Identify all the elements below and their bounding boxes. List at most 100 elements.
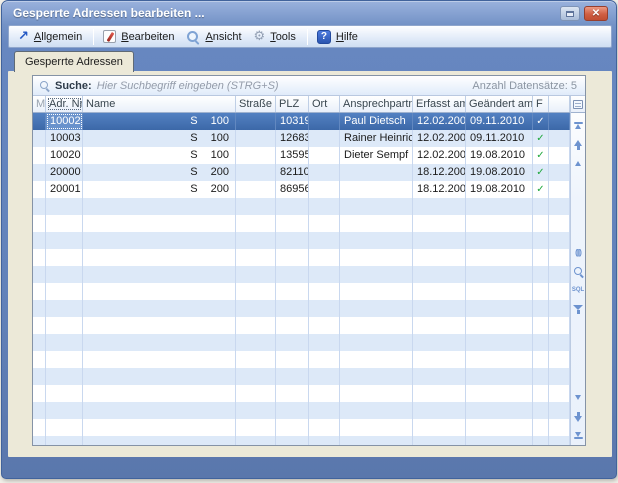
- column-header-ort[interactable]: Ort: [309, 96, 340, 112]
- cell-geaendert_am: [466, 198, 533, 215]
- cell-adr_nr: [46, 232, 83, 249]
- cell-adr_nr: [46, 317, 83, 334]
- cell-plz: [276, 368, 309, 385]
- column-header-ansprechpartner[interactable]: Ansprechpartner: [340, 96, 413, 112]
- table-row-empty[interactable]: [33, 198, 570, 215]
- table-row-empty[interactable]: [33, 368, 570, 385]
- search-bar[interactable]: Suche: Hier Suchbegriff eingeben (STRG+S…: [33, 76, 585, 96]
- scroll-down-button[interactable]: [572, 410, 585, 423]
- column-header-name[interactable]: Name: [83, 96, 236, 112]
- tab-gesperrte-adressen[interactable]: Gesperrte Adressen: [14, 51, 134, 72]
- cell-erfasst_am: [413, 368, 466, 385]
- column-header-adr_nr[interactable]: Adr. Nr.: [46, 96, 83, 112]
- filter-button[interactable]: [572, 303, 585, 316]
- cell-adr_nr: [46, 402, 83, 419]
- cell-strasse: [236, 215, 276, 232]
- cell-ansprechpartner: [340, 351, 413, 368]
- cell-ansprechpartner: [340, 198, 413, 215]
- fit-columns-button[interactable]: (||): [572, 246, 585, 259]
- restore-button[interactable]: [560, 6, 580, 21]
- scroll-to-bottom-button[interactable]: [572, 429, 585, 442]
- table-row-empty[interactable]: [33, 300, 570, 317]
- menu-bar: ↗ Allgemein Bearbeiten Ansicht ⚙ Tools ?…: [8, 25, 612, 48]
- menu-label: Hilfe: [336, 31, 358, 43]
- cell-m: [33, 436, 46, 445]
- sql-icon: SQL: [572, 286, 584, 295]
- table-row-empty[interactable]: [33, 402, 570, 419]
- column-header-m[interactable]: M: [33, 96, 46, 112]
- table-row[interactable]: 20001S2008695618.12.200619.08.2010✓: [33, 181, 570, 198]
- cell-f: [533, 334, 549, 351]
- column-header-plz[interactable]: PLZ: [276, 96, 309, 112]
- scroll-up-button[interactable]: [572, 138, 585, 151]
- table-row-empty[interactable]: [33, 266, 570, 283]
- cell-f: ✓: [533, 164, 549, 181]
- cell-m: [33, 249, 46, 266]
- table-body: 10002S10010319Paul Dietsch12.02.200709.1…: [33, 113, 570, 445]
- table-row-empty[interactable]: [33, 249, 570, 266]
- page-down-button[interactable]: [572, 391, 585, 404]
- table-row-empty[interactable]: [33, 351, 570, 368]
- close-button[interactable]: ✕: [584, 6, 608, 21]
- cell-plz: [276, 385, 309, 402]
- cell-ort: [309, 181, 340, 198]
- table-row-empty[interactable]: [33, 436, 570, 445]
- table-row[interactable]: 10020S10013595Dieter Sempf12.02.200719.0…: [33, 147, 570, 164]
- column-header-geaendert_am[interactable]: Geändert am: [466, 96, 533, 112]
- table-row[interactable]: 20000S2008211018.12.200619.08.2010✓: [33, 164, 570, 181]
- cell-erfasst_am: [413, 215, 466, 232]
- menu-label: Allgemein: [34, 31, 82, 43]
- table-row-empty[interactable]: [33, 385, 570, 402]
- cell-f: [533, 402, 549, 419]
- cell-name: [83, 334, 236, 351]
- table-row-empty[interactable]: [33, 283, 570, 300]
- menu-item-allgemein[interactable]: ↗ Allgemein: [13, 28, 89, 45]
- column-chooser-button[interactable]: [571, 96, 585, 113]
- cell-filler: [549, 181, 570, 198]
- sql-filter-button[interactable]: SQL: [572, 284, 585, 297]
- column-header-erfasst_am[interactable]: Erfasst am: [413, 96, 466, 112]
- cell-m: [33, 334, 46, 351]
- menu-item-hilfe[interactable]: ? Hilfe: [312, 28, 365, 46]
- cell-ansprechpartner: [340, 317, 413, 334]
- cell-ansprechpartner: [340, 300, 413, 317]
- cell-erfasst_am: [413, 436, 466, 445]
- cell-filler: [549, 368, 570, 385]
- cell-geaendert_am: [466, 334, 533, 351]
- menu-item-bearbeiten[interactable]: Bearbeiten: [98, 28, 181, 45]
- cell-adr_nr: [46, 249, 83, 266]
- search-label: Suche:: [55, 80, 92, 92]
- table-row[interactable]: 10002S10010319Paul Dietsch12.02.200709.1…: [33, 113, 570, 130]
- cell-name: [83, 215, 236, 232]
- menu-separator: [93, 29, 94, 45]
- cell-adr_nr: [46, 385, 83, 402]
- close-icon: ✕: [592, 8, 600, 19]
- cell-adr_nr: [46, 198, 83, 215]
- table-row-empty[interactable]: [33, 215, 570, 232]
- column-header-filler[interactable]: [549, 96, 570, 112]
- cell-erfasst_am: [413, 249, 466, 266]
- scroll-bottom-icon: [574, 437, 583, 439]
- column-header-strasse[interactable]: Straße: [236, 96, 276, 112]
- cell-m: [33, 181, 46, 198]
- zoom-button[interactable]: [572, 265, 585, 278]
- scroll-to-top-button[interactable]: [572, 119, 585, 132]
- column-header-f[interactable]: F: [533, 96, 549, 112]
- cell-geaendert_am: [466, 368, 533, 385]
- cell-geaendert_am: [466, 215, 533, 232]
- cell-strasse: [236, 147, 276, 164]
- cell-adr_nr: [46, 334, 83, 351]
- table-row-empty[interactable]: [33, 419, 570, 436]
- menu-item-ansicht[interactable]: Ansicht: [181, 28, 248, 46]
- table-row-empty[interactable]: [33, 232, 570, 249]
- menu-item-tools[interactable]: ⚙ Tools: [249, 28, 303, 45]
- cell-ansprechpartner: [340, 436, 413, 445]
- gear-icon: ⚙: [254, 30, 266, 43]
- cell-plz: [276, 198, 309, 215]
- page-up-button[interactable]: [572, 157, 585, 170]
- table-row-empty[interactable]: [33, 317, 570, 334]
- table-row[interactable]: 10003S10012683Rainer Heinrich12.02.20070…: [33, 130, 570, 147]
- table-row-empty[interactable]: [33, 334, 570, 351]
- cell-erfasst_am: [413, 317, 466, 334]
- cell-plz: 13595: [276, 147, 309, 164]
